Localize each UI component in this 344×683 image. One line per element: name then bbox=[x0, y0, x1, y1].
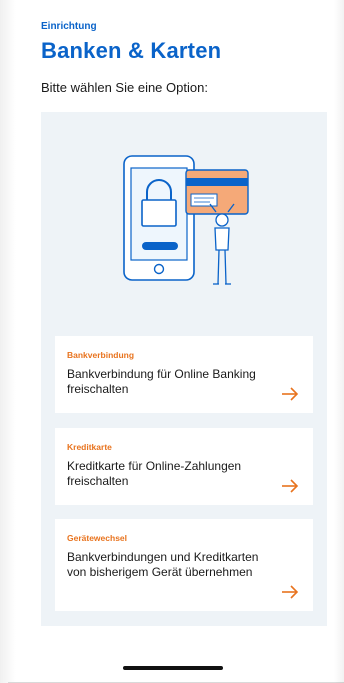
option-kreditkarte[interactable]: Kreditkarte Kreditkarte für Online-Zahlu… bbox=[55, 428, 313, 505]
option-category: Gerätewechsel bbox=[67, 533, 128, 543]
instruction-text: Bitte wählen Sie eine Option: bbox=[41, 80, 208, 95]
breadcrumb: Einrichtung bbox=[41, 21, 97, 32]
option-description: Bankverbindung für Online Banking freisc… bbox=[67, 367, 256, 396]
arrow-right-icon bbox=[282, 585, 299, 599]
option-description: Kreditkarte für Online-Zahlungen freisch… bbox=[67, 459, 242, 488]
option-category: Bankverbindung bbox=[67, 350, 135, 360]
option-bankverbindung[interactable]: Bankverbindung Bankverbindung für Online… bbox=[55, 336, 313, 413]
option-geraetewechsel[interactable]: Gerätewechsel Bankverbindungen und Kredi… bbox=[55, 519, 313, 611]
options-panel: Bankverbindung Bankverbindung für Online… bbox=[41, 112, 327, 626]
phone-lock-credit-card-illustration bbox=[123, 155, 249, 285]
header: Einrichtung Banken & Karten bbox=[41, 21, 324, 64]
screen: Einrichtung Banken & Karten Bitte wählen… bbox=[0, 0, 344, 683]
option-category: Kreditkarte bbox=[67, 442, 112, 452]
home-indicator[interactable] bbox=[123, 666, 223, 670]
arrow-right-icon bbox=[282, 387, 299, 401]
option-description: Bankverbindungen und Kreditkarten von bi… bbox=[67, 550, 259, 579]
arrow-right-icon bbox=[282, 479, 299, 493]
page-title: Banken & Karten bbox=[41, 38, 222, 63]
